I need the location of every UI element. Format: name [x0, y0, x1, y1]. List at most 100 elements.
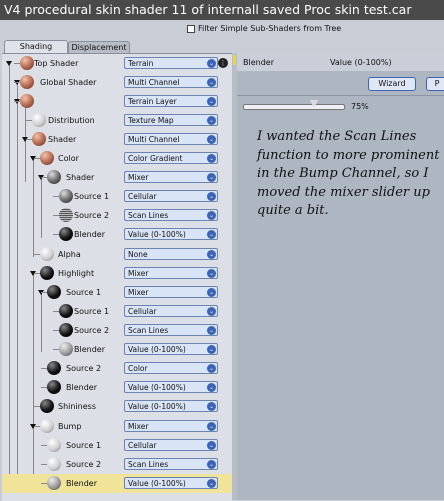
tree-row[interactable]: Source 2 Scan Lines ⌄: [2, 321, 232, 340]
chevron-down-icon[interactable]: ⌄: [207, 288, 216, 297]
shader-type-dropdown[interactable]: Mixer ⌄: [124, 420, 218, 432]
tree-row-label: Alpha: [58, 250, 81, 259]
chevron-down-icon[interactable]: ⌄: [207, 422, 216, 431]
blender-slider-track[interactable]: [243, 104, 345, 110]
shader-type-dropdown[interactable]: Mixer ⌄: [124, 171, 218, 183]
chevron-down-icon[interactable]: ⌄: [207, 173, 216, 182]
chevron-down-icon[interactable]: ⌄: [207, 250, 216, 259]
tree-row-label: Source 2: [74, 211, 110, 220]
chevron-down-icon[interactable]: ⌄: [207, 97, 216, 106]
chevron-down-icon[interactable]: ⌄: [207, 441, 216, 450]
shader-type-dropdown[interactable]: Scan Lines ⌄: [124, 324, 218, 336]
chevron-down-icon[interactable]: ⌄: [207, 192, 216, 201]
tree-row[interactable]: Blender Value (0-100%) ⌄: [2, 378, 232, 397]
shader-preview-sphere-icon: [40, 419, 54, 433]
shader-preview-sphere-icon: [32, 132, 46, 146]
tree-row[interactable]: Source 1 Cellular ⌄: [2, 302, 232, 321]
shader-preview-sphere-icon: [40, 247, 54, 261]
tree-menu-icon[interactable]: ⋮: [218, 58, 228, 68]
tree-row[interactable]: Alpha None ⌄: [2, 245, 232, 264]
tree-row-label: Blender: [74, 345, 105, 354]
chevron-down-icon[interactable]: ⌄: [207, 364, 216, 373]
shader-type-dropdown[interactable]: Cellular ⌄: [124, 305, 218, 317]
chevron-down-icon[interactable]: ⌄: [207, 307, 216, 316]
shader-type-dropdown[interactable]: Scan Lines ⌄: [124, 209, 218, 221]
tree-row[interactable]: Color Color Gradient ⌄: [2, 149, 232, 168]
shader-preview-sphere-icon: [59, 189, 73, 203]
tree-row[interactable]: Source 2 Scan Lines ⌄: [2, 206, 232, 225]
shader-type-dropdown[interactable]: Value (0-100%) ⌄: [124, 381, 218, 393]
tree-row[interactable]: Source 1 Mixer ⌄: [2, 283, 232, 302]
shader-preview-sphere-icon: [47, 380, 61, 394]
chevron-down-icon[interactable]: ⌄: [207, 154, 216, 163]
shader-type-dropdown[interactable]: Value (0-100%) ⌄: [124, 477, 218, 489]
shader-type-dropdown[interactable]: Scan Lines ⌄: [124, 458, 218, 470]
checkbox-icon[interactable]: [187, 25, 195, 33]
chevron-down-icon[interactable]: ⌄: [207, 269, 216, 278]
chevron-down-icon[interactable]: ⌄: [207, 116, 216, 125]
tree-row-label: Source 2: [66, 364, 102, 373]
tab-shading[interactable]: Shading: [4, 40, 68, 53]
tree-row[interactable]: Source 1 Cellular ⌄: [2, 187, 232, 206]
tree-row-label: Distribution: [48, 116, 95, 125]
tree-row[interactable]: Source 2 Color ⌄: [2, 359, 232, 378]
shader-type-dropdown[interactable]: Texture Map ⌄: [124, 114, 218, 126]
shader-type-dropdown[interactable]: Multi Channel ⌄: [124, 76, 218, 88]
shader-type-dropdown[interactable]: Multi Channel ⌄: [124, 133, 218, 145]
chevron-down-icon[interactable]: ⌄: [207, 59, 216, 68]
tree-row[interactable]: Blender Value (0-100%) ⌄: [2, 340, 232, 359]
shader-type-dropdown[interactable]: Terrain ⌄: [124, 57, 218, 69]
shader-type-dropdown[interactable]: Cellular ⌄: [124, 190, 218, 202]
tree-row[interactable]: Shininess Value (0-100%) ⌄: [2, 397, 232, 416]
tree-connector: [34, 406, 40, 407]
chevron-down-icon[interactable]: ⌄: [207, 211, 216, 220]
tree-row[interactable]: Highlight Mixer ⌄: [2, 264, 232, 283]
shader-preview-sphere-icon: [59, 342, 73, 356]
p-button[interactable]: P: [426, 77, 444, 91]
tree-row[interactable]: Source 1 Cellular ⌄: [2, 436, 232, 455]
chevron-down-icon[interactable]: ⌄: [207, 479, 216, 488]
shader-type-dropdown[interactable]: Mixer ⌄: [124, 267, 218, 279]
shader-preview-sphere-icon: [20, 56, 34, 70]
chevron-down-icon[interactable]: ⌄: [207, 230, 216, 239]
tree-row-label: Source 1: [66, 441, 102, 450]
shader-type-dropdown[interactable]: Mixer ⌄: [124, 286, 218, 298]
shader-type-dropdown[interactable]: Terrain Layer ⌄: [124, 95, 218, 107]
shader-type-dropdown[interactable]: Value (0-100%) ⌄: [124, 400, 218, 412]
tree-row[interactable]: Blender Value (0-100%) ⌄: [2, 474, 232, 493]
dropdown-value: Mixer: [128, 173, 149, 182]
dropdown-value: Mixer: [128, 288, 149, 297]
detail-panel: [237, 53, 444, 500]
chevron-down-icon[interactable]: ⌄: [207, 135, 216, 144]
shader-type-dropdown[interactable]: None ⌄: [124, 248, 218, 260]
tree-connector: [41, 177, 47, 178]
wizard-button[interactable]: Wizard: [368, 77, 416, 91]
shader-preview-sphere-icon: [59, 208, 73, 222]
tree-row[interactable]: Source 2 Scan Lines ⌄: [2, 455, 232, 474]
tree-row[interactable]: Distribution Texture Map ⌄: [2, 111, 232, 130]
splitter-grip-icon[interactable]: [233, 55, 236, 65]
tree-row[interactable]: Terrain Layer ⌄: [2, 92, 232, 111]
tree-row[interactable]: Shader Multi Channel ⌄: [2, 130, 232, 149]
chevron-down-icon[interactable]: ⌄: [207, 78, 216, 87]
chevron-down-icon[interactable]: ⌄: [207, 345, 216, 354]
detail-name: Blender: [243, 58, 274, 67]
shader-type-dropdown[interactable]: Value (0-100%) ⌄: [124, 228, 218, 240]
chevron-down-icon[interactable]: ⌄: [207, 326, 216, 335]
chevron-down-icon[interactable]: ⌄: [207, 383, 216, 392]
shader-type-dropdown[interactable]: Value (0-100%) ⌄: [124, 343, 218, 355]
shader-type-dropdown[interactable]: Color Gradient ⌄: [124, 152, 218, 164]
shader-type-dropdown[interactable]: Color ⌄: [124, 362, 218, 374]
tree-row[interactable]: Top Shader Terrain ⌄: [2, 54, 232, 73]
tree-row[interactable]: Bump Mixer ⌄: [2, 417, 232, 436]
filter-subshaders-checkbox[interactable]: Filter Simple Sub-Shaders from Tree: [187, 24, 341, 34]
shader-type-dropdown[interactable]: Cellular ⌄: [124, 439, 218, 451]
chevron-down-icon[interactable]: ⌄: [207, 402, 216, 411]
chevron-down-icon[interactable]: ⌄: [207, 460, 216, 469]
tree-row[interactable]: Global Shader Multi Channel ⌄: [2, 73, 232, 92]
tree-row[interactable]: Shader Mixer ⌄: [2, 168, 232, 187]
dropdown-value: Multi Channel: [128, 78, 180, 87]
tree-row[interactable]: Blender Value (0-100%) ⌄: [2, 225, 232, 244]
disclosure-triangle-icon[interactable]: [6, 61, 12, 66]
blender-slider-thumb[interactable]: [310, 100, 318, 108]
